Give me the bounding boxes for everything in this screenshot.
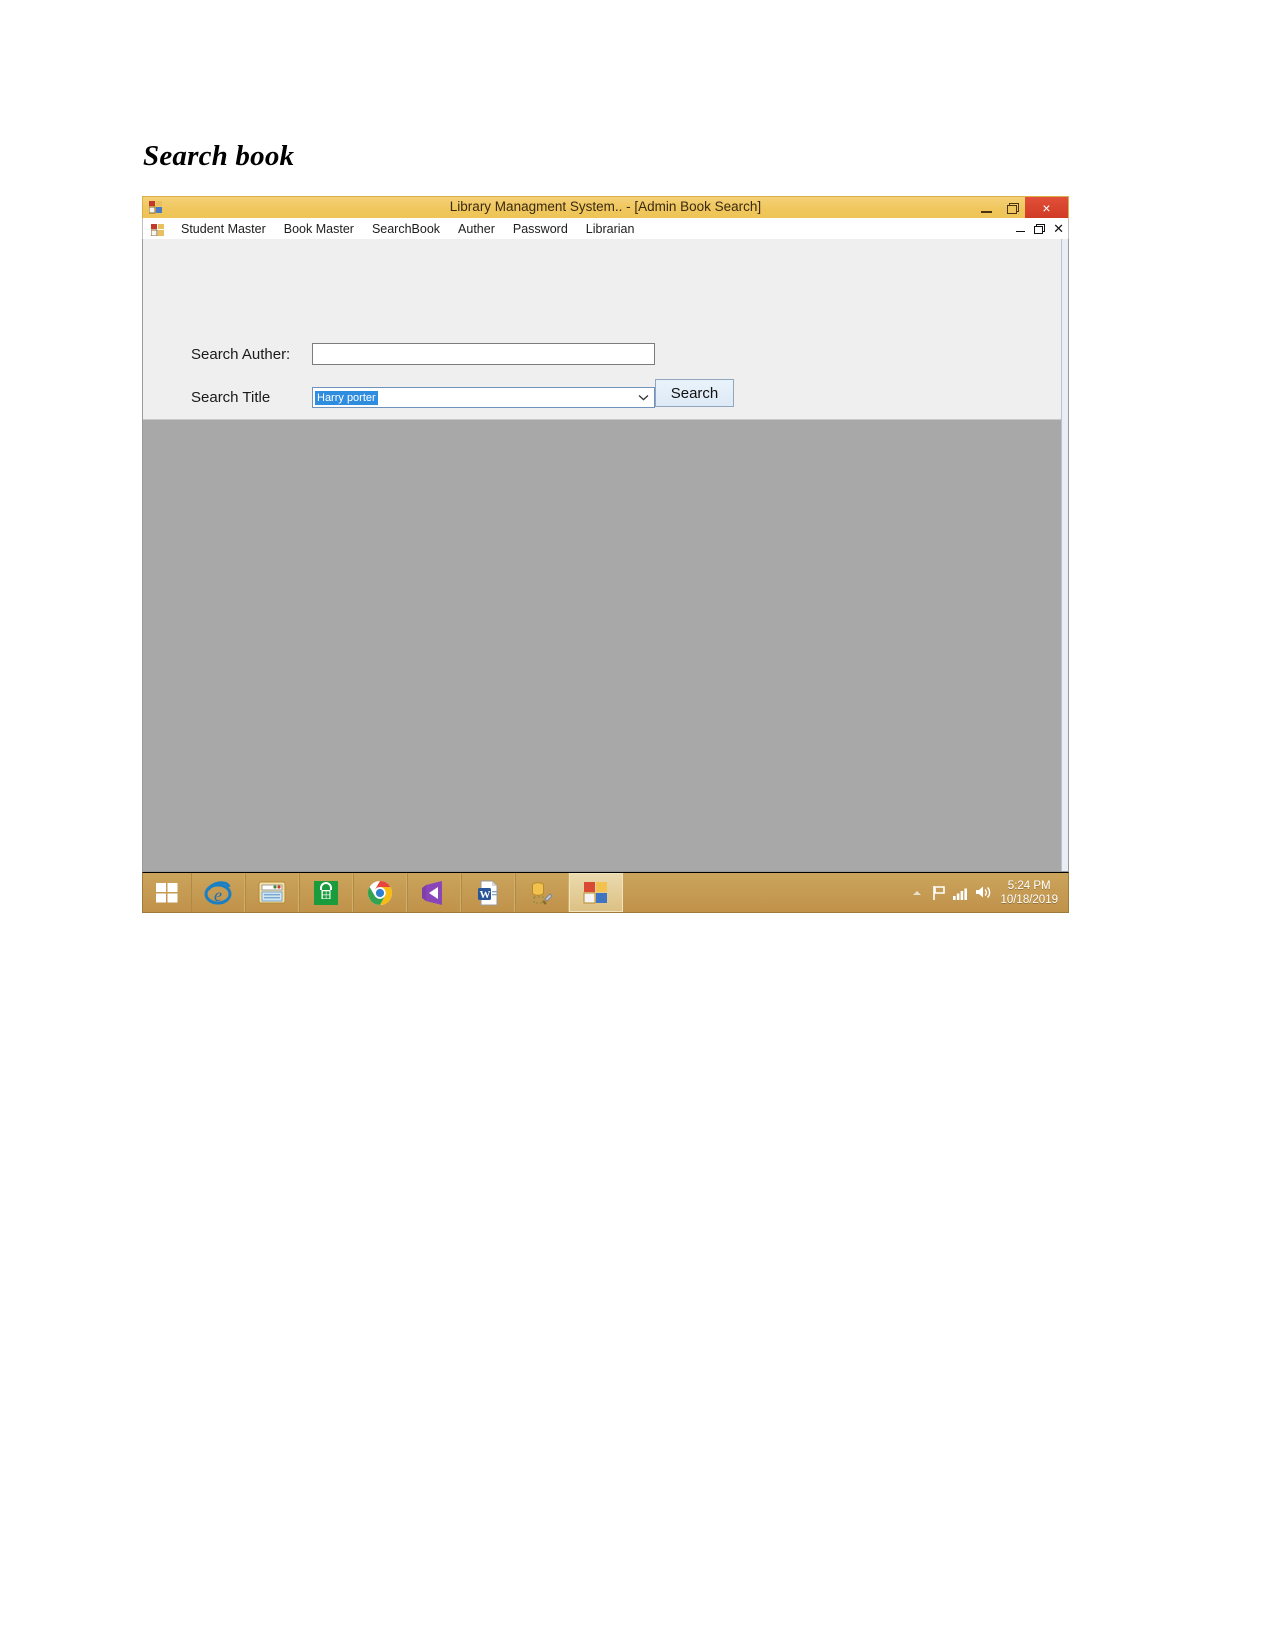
file-explorer-icon <box>258 881 286 903</box>
search-author-input[interactable] <box>312 343 655 365</box>
mdi-window-controls: ✕ <box>1016 218 1064 239</box>
show-hidden-icons-chevron[interactable] <box>906 889 928 897</box>
vb-app-icon <box>583 881 607 903</box>
page-root: Search book Library Managment System.. -… <box>0 0 1275 1651</box>
window-controls: × <box>973 197 1068 219</box>
chevron-down-icon[interactable] <box>635 388 652 407</box>
admin-book-search-form: Search Auther: Search Title Harry porter… <box>143 239 1061 420</box>
taskbar-item-store[interactable] <box>299 873 353 912</box>
mdi-restore-icon[interactable] <box>1034 224 1046 234</box>
menu-item-auther[interactable]: Auther <box>449 219 504 239</box>
volume-speaker-icon[interactable] <box>972 885 994 900</box>
screenshot-frame: Library Managment System.. - [Admin Book… <box>142 196 1069 913</box>
sql-server-tools-icon <box>532 881 553 905</box>
search-title-selected-value: Harry porter <box>315 390 378 405</box>
internet-explorer-icon: e <box>204 880 232 905</box>
clock-date: 10/18/2019 <box>1000 893 1058 906</box>
taskbar-item-visual-studio[interactable] <box>407 873 461 912</box>
menu-item-book-master[interactable]: Book Master <box>275 219 363 239</box>
search-title-row: Search Title Harry porter <box>191 387 655 408</box>
mdi-child-icon <box>150 223 164 236</box>
search-title-label: Search Title <box>191 389 271 406</box>
taskbar-items: e W <box>191 873 623 912</box>
taskbar-item-word[interactable]: W <box>461 873 515 912</box>
start-button[interactable] <box>143 873 191 912</box>
search-title-combobox[interactable]: Harry porter <box>312 387 655 408</box>
mdi-client-area: Search Auther: Search Title Harry porter… <box>142 239 1069 872</box>
menu-item-student-master[interactable]: Student Master <box>172 219 275 239</box>
restore-icon <box>1006 203 1019 214</box>
svg-text:e: e <box>214 885 222 905</box>
clock-time: 5:24 PM <box>1007 879 1051 892</box>
menu-item-searchbook[interactable]: SearchBook <box>363 219 449 239</box>
taskbar-item-sql-server-tools[interactable] <box>515 873 569 912</box>
window-titlebar[interactable]: Library Managment System.. - [Admin Book… <box>142 196 1069 219</box>
microsoft-word-icon: W <box>478 880 498 905</box>
window-title: Library Managment System.. - [Admin Book… <box>449 199 762 214</box>
system-tray: 5:24 PM 10/18/2019 <box>906 873 1068 912</box>
taskbar-item-file-explorer[interactable] <box>245 873 299 912</box>
minimize-icon <box>980 210 992 213</box>
taskbar-item-chrome[interactable] <box>353 873 407 912</box>
svg-text:W: W <box>480 889 491 901</box>
menu-bar: Student Master Book Master SearchBook Au… <box>142 218 1069 239</box>
mdi-minimize-icon[interactable] <box>1016 230 1026 233</box>
taskbar-clock[interactable]: 5:24 PM 10/18/2019 <box>994 879 1064 907</box>
search-author-row: Search Auther: <box>191 343 655 365</box>
vertical-scrollbar[interactable] <box>1061 239 1068 871</box>
mdi-close-icon[interactable]: ✕ <box>1053 222 1064 235</box>
action-center-flag-icon[interactable] <box>928 885 950 901</box>
visual-studio-icon <box>422 880 442 905</box>
windows-store-icon <box>314 880 338 905</box>
minimize-button[interactable] <box>973 197 999 219</box>
page-title: Search book <box>143 140 295 172</box>
search-button[interactable]: Search <box>655 379 734 407</box>
taskbar-item-library-app[interactable] <box>569 873 623 912</box>
restore-button[interactable] <box>999 197 1025 219</box>
menu-item-librarian[interactable]: Librarian <box>577 219 644 239</box>
google-chrome-icon <box>367 880 393 905</box>
menu-item-password[interactable]: Password <box>504 219 577 239</box>
windows-taskbar: e W 5:24 PM 10/18/2019 <box>142 872 1069 913</box>
taskbar-item-internet-explorer[interactable]: e <box>191 873 245 912</box>
network-signal-icon[interactable] <box>950 886 972 900</box>
search-author-label: Search Auther: <box>191 345 291 363</box>
close-button[interactable]: × <box>1025 197 1068 219</box>
